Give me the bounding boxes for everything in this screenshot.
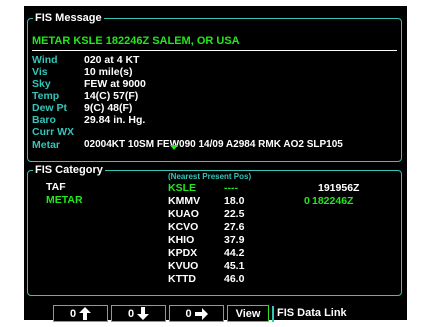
station-id[interactable]: KMMV [168, 195, 200, 207]
label-temp: Temp [32, 90, 60, 102]
header-divider [32, 50, 397, 51]
value-dew-pt: 9(C) 48(F) [84, 102, 133, 114]
knob-icon: 0 [127, 307, 135, 320]
station-dist: 45.1 [224, 260, 245, 272]
value-vis: 10 mile(s) [84, 66, 133, 78]
arrow-right-icon [194, 307, 208, 320]
fis-category-panel: FIS Category TAF METAR (Nearest Present … [27, 163, 402, 296]
station-dist: 44.2 [224, 247, 245, 259]
value-temp: 14(C) 57(F) [84, 90, 139, 102]
label-curr-wx: Curr WX [32, 126, 74, 138]
station-dist: 37.9 [224, 234, 245, 246]
fis-data-link-label: FIS Data Link [277, 307, 347, 319]
station-id[interactable]: KPDX [168, 247, 197, 259]
station-id[interactable]: KTTD [168, 273, 196, 285]
station-marker-icon: 0 [304, 195, 310, 207]
station-dist: ---- [224, 182, 238, 194]
arrow-down-icon [137, 307, 150, 320]
scroll-down-indicator-icon[interactable] [170, 145, 178, 150]
knob-icon: 0 [69, 307, 77, 320]
station-id[interactable]: KVUO [168, 260, 198, 272]
station-id[interactable]: KCVO [168, 221, 198, 233]
station-dist: 27.6 [224, 221, 245, 233]
view-button[interactable]: View [227, 305, 269, 322]
station-time: 182246Z [312, 195, 354, 207]
value-sky: FEW at 9000 [84, 78, 146, 90]
value-baro: 29.84 in. Hg. [84, 114, 146, 126]
category-metar[interactable]: METAR [46, 194, 83, 206]
station-dist: 22.5 [224, 208, 245, 220]
label-dew-pt: Dew Pt [32, 102, 68, 114]
label-baro: Baro [32, 114, 56, 126]
arrow-up-icon [79, 307, 92, 320]
value-wind: 020 at 4 KT [84, 54, 140, 66]
separator [272, 306, 274, 322]
label-wind: Wind [32, 54, 58, 66]
enter-button[interactable]: 0 [169, 305, 224, 322]
scroll-up-button[interactable]: 0 [53, 305, 108, 322]
metar-header: METAR KSLE 182246Z SALEM, OR USA [32, 35, 240, 47]
label-vis: Vis [32, 66, 48, 78]
label-metar: Metar [32, 139, 61, 151]
mfd-screen: FIS Message METAR KSLE 182246Z SALEM, OR… [24, 6, 407, 322]
station-dist: 46.0 [224, 273, 245, 285]
fis-category-title: FIS Category [33, 163, 105, 177]
softkey-bar: 0 0 0 View FIS Data Link [53, 305, 378, 324]
scroll-down-button[interactable]: 0 [111, 305, 166, 322]
station-time: 191956Z [318, 182, 360, 194]
fis-message-panel: FIS Message METAR KSLE 182246Z SALEM, OR… [27, 11, 402, 162]
label-sky: Sky [32, 78, 51, 90]
station-id[interactable]: KHIO [168, 234, 194, 246]
knob-icon: 0 [185, 307, 192, 320]
station-id[interactable]: KSLE [168, 182, 196, 194]
station-id[interactable]: KUAO [168, 208, 199, 220]
station-dist: 18.0 [224, 195, 245, 207]
value-metar: 02004KT 10SM FEW090 14/09 A2984 RMK AO2 … [84, 139, 343, 150]
category-taf[interactable]: TAF [46, 181, 66, 193]
fis-message-title: FIS Message [33, 11, 104, 25]
